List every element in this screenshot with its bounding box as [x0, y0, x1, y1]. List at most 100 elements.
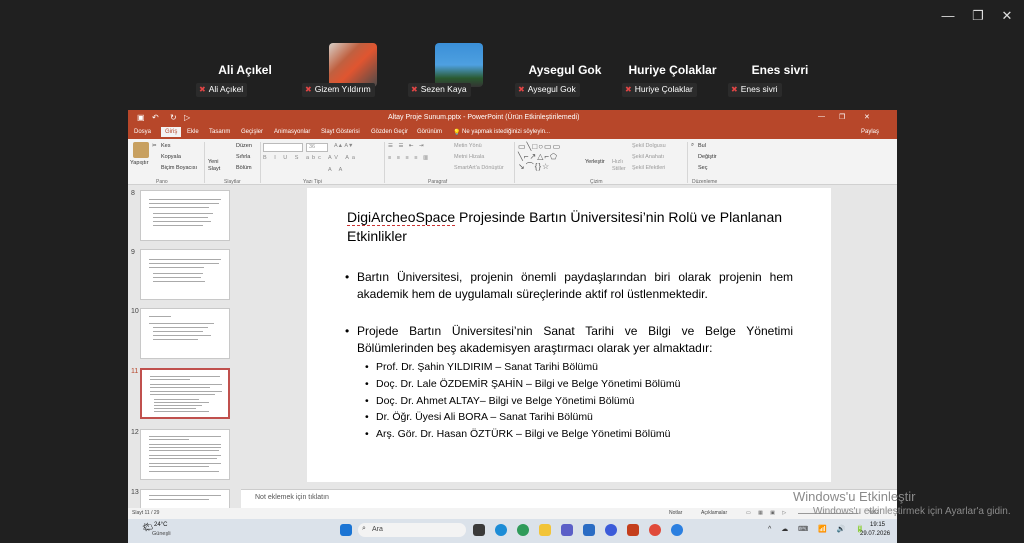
clipboard-icon[interactable]: [133, 142, 149, 158]
layout-button[interactable]: Düzen: [236, 143, 252, 149]
participant-tag: ✖ Sezen Kaya: [408, 83, 471, 97]
task-view-icon[interactable]: [473, 524, 485, 536]
bullet-item[interactable]: • Projede Bartın Üniversitesi’nin Sanat T…: [345, 323, 793, 356]
participant-tile[interactable]: Huriye Çolaklar: [620, 61, 725, 79]
clock-time[interactable]: 19:15: [870, 522, 885, 528]
slide-thumbnail[interactable]: [140, 249, 230, 300]
slide-title[interactable]: DigiArcheoSpace Projesinde Bartın Üniver…: [347, 208, 787, 246]
slide-thumbnail[interactable]: [140, 190, 230, 241]
minimize-button[interactable]: —: [941, 8, 955, 23]
redo-icon[interactable]: ↻: [170, 113, 177, 122]
sub-bullet-item[interactable]: • Prof. Dr. Şahin YILDIRIM – Sanat Tarihi…: [365, 360, 598, 374]
bullets-icon[interactable]: ☰ ☰ ⇤ ⇥: [388, 143, 426, 149]
tab-giris[interactable]: Giriş: [161, 127, 182, 137]
tab-gecisler[interactable]: Geçişler: [241, 129, 263, 135]
scissors-icon: ✂: [152, 143, 157, 149]
shape-effects-button[interactable]: Şekil Efektleri: [632, 165, 665, 171]
sub-bullet-item[interactable]: • Arş. Gör. Dr. Hasan ÖZTÜRK – Bilgi ve B…: [365, 427, 671, 441]
shape-fill-button[interactable]: Şekil Dolgusu: [632, 143, 666, 149]
reset-button[interactable]: Sıfırla: [236, 154, 250, 160]
slide-canvas[interactable]: DigiArcheoSpace Projesinde Bartın Üniver…: [307, 188, 831, 482]
tell-me-input[interactable]: Ne yapmak istediğinizi söyleyin...: [462, 129, 550, 135]
slide-thumbnail[interactable]: [140, 489, 230, 508]
slide-thumbnail-selected[interactable]: [140, 368, 230, 419]
align-icon[interactable]: ≡ ≡ ≡ ≡ ▥: [388, 155, 430, 161]
slide-title-keyword: DigiArcheoSpace: [347, 209, 456, 226]
tab-tasarim[interactable]: Tasarım: [209, 129, 230, 135]
arrange-button[interactable]: Yerleştir: [585, 159, 605, 166]
align-text-button[interactable]: Metni Hizala: [454, 154, 484, 160]
tab-ekle[interactable]: Ekle: [187, 129, 199, 135]
sub-bullet-item[interactable]: • Doç. Dr. Ahmet ALTAY– Bilgi ve Belge Yö…: [365, 394, 634, 408]
start-slideshow-icon[interactable]: ▷: [184, 113, 190, 122]
tab-gorunum[interactable]: Görünüm: [417, 129, 442, 135]
participant-tile[interactable]: Ali Açıkel: [205, 61, 285, 79]
teams-icon[interactable]: [561, 524, 573, 536]
save-icon[interactable]: ▣: [137, 113, 145, 122]
chrome-icon[interactable]: [517, 524, 529, 536]
comments-toggle[interactable]: Açıklamalar: [701, 510, 727, 516]
text-direction-button[interactable]: Metin Yönü: [454, 143, 482, 149]
participant-tag: ✖ Aysegul Gok: [515, 83, 580, 97]
avatar[interactable]: [435, 43, 483, 87]
clock-date[interactable]: 29.07.2026: [860, 531, 890, 537]
tab-slayt-gosterisi[interactable]: Slayt Gösterisi: [321, 129, 360, 135]
thumb-number: 8: [131, 190, 135, 197]
replace-button[interactable]: Değiştir: [698, 154, 717, 160]
tab-animasyonlar[interactable]: Animasyonlar: [274, 129, 310, 135]
font-style-buttons[interactable]: B I U S abc AV Aa: [263, 155, 358, 161]
shape-outline-button[interactable]: Şekil Anahatı: [632, 154, 664, 160]
tray-icons[interactable]: ^ ☁ ⌨ 📶 🔊 🔋: [768, 525, 868, 533]
notes-toggle[interactable]: Notlar: [669, 510, 682, 516]
zoom-app-icon[interactable]: [605, 524, 617, 536]
participant-tile[interactable]: Enes sivri: [740, 61, 820, 79]
app-icon[interactable]: [649, 524, 661, 536]
ppt-close-button[interactable]: ✕: [864, 113, 870, 121]
quick-styles-button[interactable]: Hızlı Stiller: [612, 159, 626, 173]
mic-off-icon: ✖: [625, 85, 632, 94]
undo-icon[interactable]: ↶: [152, 113, 159, 122]
ribbon-tabs: Dosya Giriş Ekle Tasarım Geçişler Animas…: [128, 126, 897, 139]
slide-counter: Slayt 11 / 29: [132, 510, 160, 516]
ppt-restore-button[interactable]: ❐: [839, 113, 845, 121]
edge-icon[interactable]: [495, 524, 507, 536]
shapes-gallery[interactable]: ▭╲□○▭▭ ╲⌐↗△⌐⬠ ↘⌒{}☆: [518, 142, 582, 175]
windows-start-icon[interactable]: [340, 524, 352, 536]
ppt-minimize-button[interactable]: —: [818, 113, 825, 120]
copy-button[interactable]: Kopyala: [161, 154, 181, 160]
select-button[interactable]: Seç: [698, 165, 707, 171]
restore-button[interactable]: ❐: [971, 8, 985, 24]
find-button[interactable]: Bul: [698, 143, 706, 149]
cut-button[interactable]: Kes: [161, 143, 170, 149]
close-button[interactable]: ✕: [1000, 8, 1014, 24]
format-painter-button[interactable]: Biçim Boyacısı: [161, 165, 197, 171]
participant-tile[interactable]: Aysegul Gok: [525, 61, 605, 79]
tab-dosya[interactable]: Dosya: [134, 129, 151, 135]
paste-button[interactable]: Yapıştır: [130, 160, 149, 166]
outlook-icon[interactable]: [583, 524, 595, 536]
font-size-input[interactable]: 36: [306, 143, 328, 152]
file-explorer-icon[interactable]: [539, 524, 551, 536]
participant-tag-label: Gizem Yıldırım: [314, 84, 371, 94]
slide-thumbnail[interactable]: [140, 429, 230, 480]
app-icon[interactable]: [671, 524, 683, 536]
new-slide-button[interactable]: Yeni Slayt: [208, 159, 228, 173]
bullet-item[interactable]: • Bartın Üniversitesi, projenin önemli pa…: [345, 269, 793, 302]
share-button[interactable]: Paylaş: [861, 129, 879, 135]
slide-thumbnails: 8 9 10 11 12 13: [128, 186, 240, 508]
smartart-button[interactable]: SmartArt'a Dönüştür: [454, 165, 504, 171]
slide-thumbnail[interactable]: [140, 308, 230, 359]
powerpoint-icon[interactable]: [627, 524, 639, 536]
view-buttons[interactable]: ▭ ▦ ▣ ▷: [746, 510, 789, 516]
font-name-input[interactable]: [263, 143, 303, 152]
participant-name: Huriye Çolaklar: [628, 63, 717, 77]
section-button[interactable]: Bölüm: [236, 165, 252, 171]
sub-bullet-item[interactable]: • Doç. Dr. Lale ÖZDEMİR ŞAHİN – Bilgi ve …: [365, 377, 680, 391]
tab-gozden-gecir[interactable]: Gözden Geçir: [371, 129, 408, 135]
font-color-buttons[interactable]: A A: [328, 167, 345, 173]
bullet-text: Projede Bartın Üniversitesi’nin Sanat Ta…: [357, 324, 793, 355]
avatar[interactable]: [329, 43, 377, 87]
sub-bullet-item[interactable]: • Dr. Öğr. Üyesi Ali BORA – Sanat Tarihi …: [365, 410, 593, 424]
grow-font-icon[interactable]: A▲ A▼: [334, 143, 353, 149]
taskbar-search[interactable]: ⌕ Ara: [358, 523, 466, 537]
